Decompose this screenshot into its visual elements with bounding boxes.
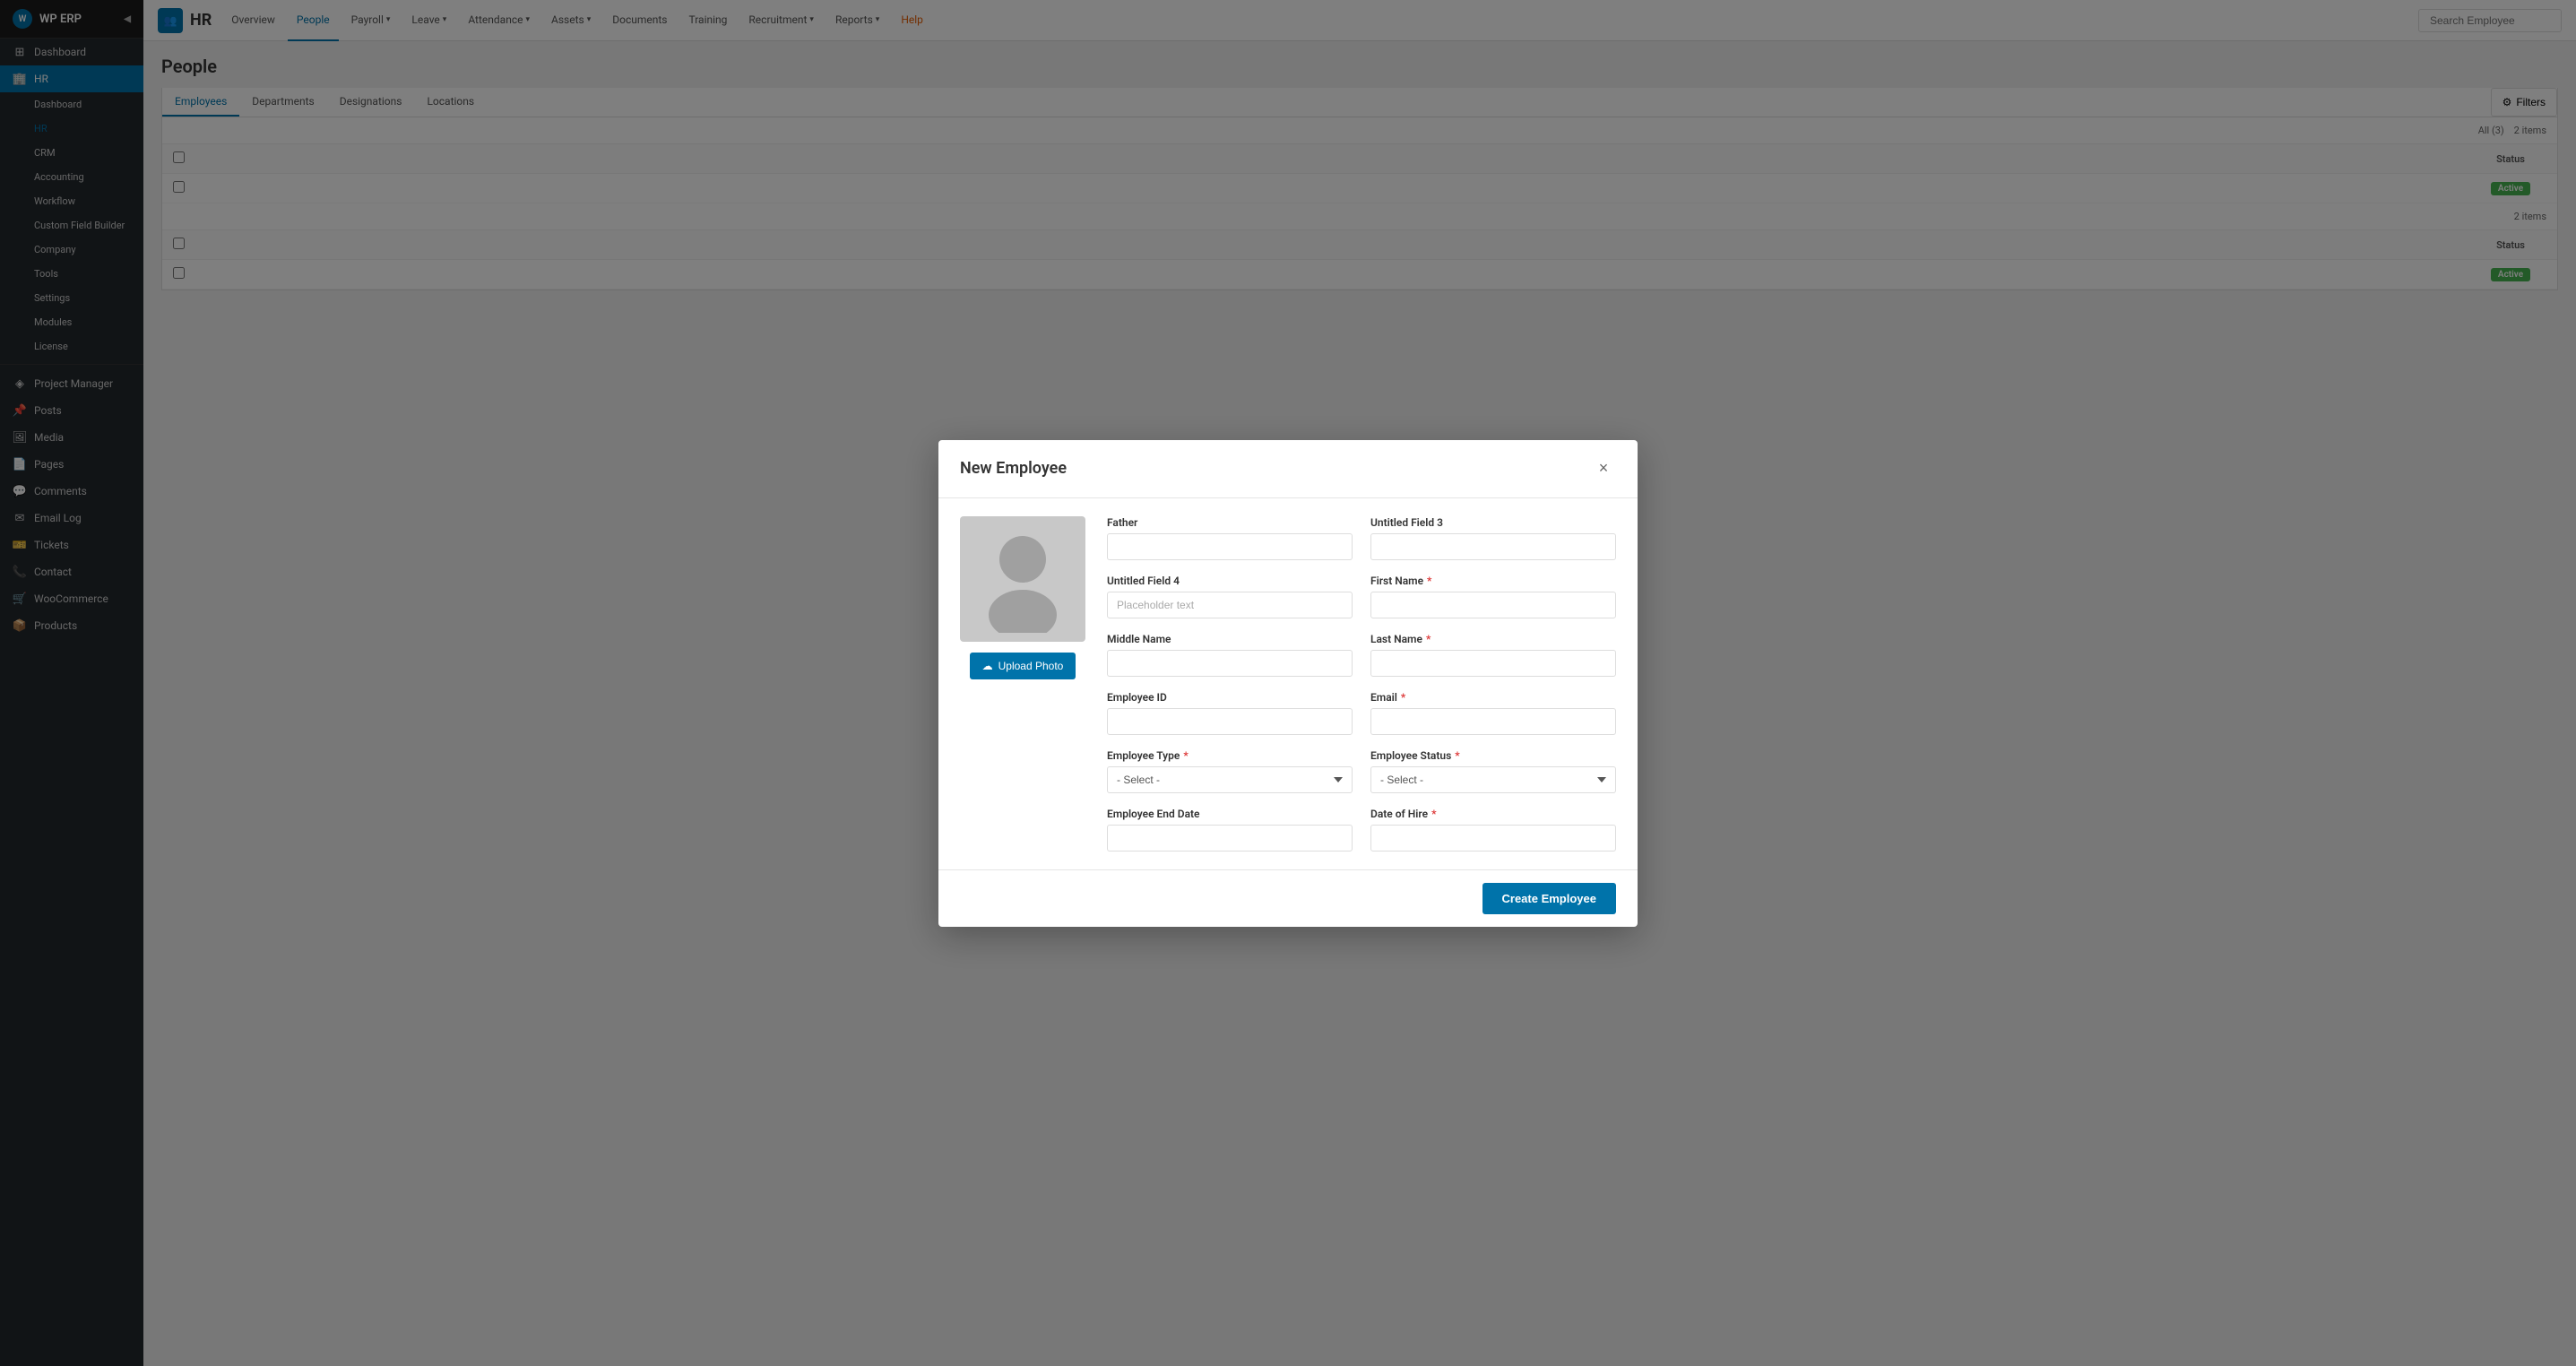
form-group-middle-name: Middle Name (1107, 633, 1353, 677)
modal-form: Father Untitled Field 3 Untitled Field 4 (1107, 516, 1616, 852)
upload-icon: ☁ (982, 660, 993, 672)
upload-photo-button[interactable]: ☁ Upload Photo (970, 653, 1076, 679)
form-group-date-of-hire: Date of Hire * (1370, 808, 1616, 852)
form-group-untitled3: Untitled Field 3 (1370, 516, 1616, 560)
modal-footer: Create Employee (938, 869, 1638, 927)
new-employee-modal: New Employee × ☁ Upload Photo (938, 440, 1638, 927)
form-group-untitled4: Untitled Field 4 (1107, 575, 1353, 618)
input-date-of-hire[interactable] (1370, 825, 1616, 852)
label-father: Father (1107, 516, 1353, 529)
label-untitled4: Untitled Field 4 (1107, 575, 1353, 587)
input-employee-end-date[interactable] (1107, 825, 1353, 852)
form-group-employee-id: Employee ID (1107, 691, 1353, 735)
label-middle-name: Middle Name (1107, 633, 1353, 645)
required-star-last-name: * (1426, 633, 1431, 645)
label-employee-type: Employee Type * (1107, 749, 1353, 762)
required-star-first-name: * (1427, 575, 1431, 587)
label-employee-id: Employee ID (1107, 691, 1353, 704)
select-employee-type[interactable]: - Select - (1107, 766, 1353, 793)
modal-left-panel: ☁ Upload Photo (960, 516, 1085, 852)
create-employee-button[interactable]: Create Employee (1482, 883, 1617, 914)
label-email: Email * (1370, 691, 1616, 704)
label-employee-status: Employee Status * (1370, 749, 1616, 762)
form-group-employee-end-date: Employee End Date (1107, 808, 1353, 852)
input-last-name[interactable] (1370, 650, 1616, 677)
modal-close-button[interactable]: × (1591, 456, 1616, 481)
input-employee-id[interactable] (1107, 708, 1353, 735)
input-father[interactable] (1107, 533, 1353, 560)
required-star-email: * (1401, 691, 1405, 704)
label-employee-end-date: Employee End Date (1107, 808, 1353, 820)
required-star-date-of-hire: * (1431, 808, 1436, 820)
input-untitled3[interactable] (1370, 533, 1616, 560)
form-group-first-name: First Name * (1370, 575, 1616, 618)
form-group-employee-status: Employee Status * - Select - (1370, 749, 1616, 793)
modal-header: New Employee × (938, 440, 1638, 498)
input-middle-name[interactable] (1107, 650, 1353, 677)
required-star-employee-type: * (1183, 749, 1188, 762)
input-first-name[interactable] (1370, 592, 1616, 618)
form-group-email: Email * (1370, 691, 1616, 735)
modal-overlay: New Employee × ☁ Upload Photo (0, 0, 2576, 1366)
input-untitled4[interactable] (1107, 592, 1353, 618)
label-first-name: First Name * (1370, 575, 1616, 587)
form-grid: Father Untitled Field 3 Untitled Field 4 (1107, 516, 1616, 852)
avatar-svg (978, 525, 1068, 633)
select-employee-status[interactable]: - Select - (1370, 766, 1616, 793)
label-untitled3: Untitled Field 3 (1370, 516, 1616, 529)
form-group-father: Father (1107, 516, 1353, 560)
form-group-last-name: Last Name * (1370, 633, 1616, 677)
label-date-of-hire: Date of Hire * (1370, 808, 1616, 820)
modal-body: ☁ Upload Photo Father Untitled Field 3 (938, 498, 1638, 869)
avatar-placeholder (960, 516, 1085, 642)
modal-title: New Employee (960, 459, 1067, 478)
form-group-employee-type: Employee Type * - Select - (1107, 749, 1353, 793)
input-email[interactable] (1370, 708, 1616, 735)
required-star-employee-status: * (1455, 749, 1459, 762)
label-last-name: Last Name * (1370, 633, 1616, 645)
